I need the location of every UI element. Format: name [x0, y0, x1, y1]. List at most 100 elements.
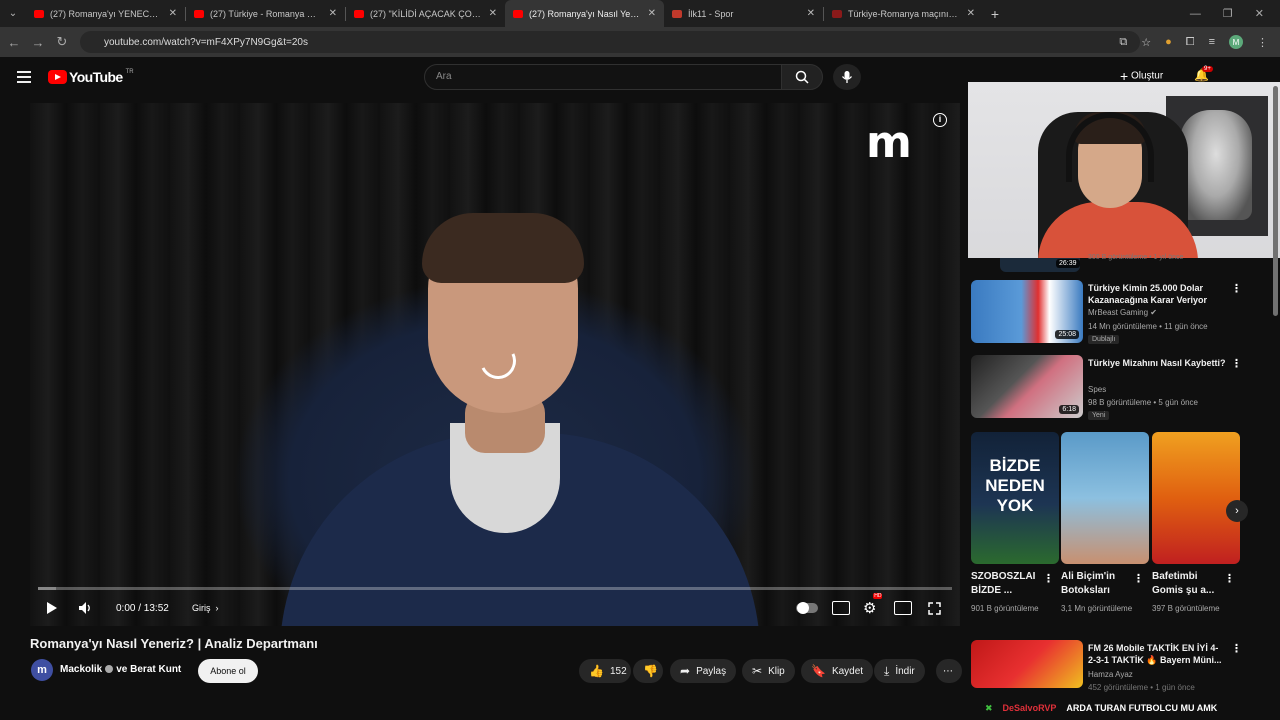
miniplayer-button[interactable] [894, 598, 912, 618]
play-button[interactable] [44, 598, 58, 618]
browser-tab-5[interactable]: İlk11 - Spor ✕ [664, 0, 823, 27]
tab-search-chevron-icon[interactable]: ⌄ [0, 0, 26, 27]
more-options-icon[interactable]: ⋮ [1043, 572, 1054, 585]
collaborator-text: ve Berat Kunt [116, 664, 182, 675]
profile-avatar[interactable]: M [1229, 35, 1243, 49]
recommended-video[interactable]: FM 26 Mobile TAKTİK EN İYİ 4-2-3-1 TAKTİ… [971, 640, 1261, 706]
browser-tab-3[interactable]: (27) "KİLİDİ AÇACAK ÇOK FAZL ✕ [346, 0, 505, 27]
share-label: Paylaş [696, 665, 727, 677]
channel-name[interactable]: Hamza Ayaz [1088, 670, 1133, 679]
video-title[interactable]: Türkiye Kimin 25.000 Dolar Kazanacağına … [1088, 282, 1226, 306]
create-button[interactable]: + Oluştur [1120, 68, 1163, 84]
extension-icon[interactable]: ● [1165, 36, 1172, 48]
more-options-icon[interactable]: ⋮ [1231, 642, 1242, 655]
short-thumbnail[interactable] [1061, 432, 1149, 564]
new-tab-icon[interactable]: + [983, 6, 1007, 22]
close-tab-icon[interactable]: ✕ [169, 8, 177, 19]
page-scrollbar[interactable] [1272, 62, 1278, 682]
shorts-next-chevron-icon[interactable]: › [1226, 500, 1248, 522]
browser-tab-1[interactable]: (27) Romanya'yı YENECEK 11'i A ✕ [26, 0, 185, 27]
short-title[interactable]: SZOBOSZLAI BİZDE ... [971, 570, 1047, 598]
plus-icon: + [1120, 68, 1129, 84]
channel-watermark[interactable]: m [866, 117, 912, 168]
more-options-icon[interactable]: ⋮ [1231, 357, 1242, 370]
video-meta: 452 görüntüleme • 1 gün önce [1088, 683, 1195, 692]
channel-avatar[interactable]: m [31, 659, 53, 681]
recommended-video[interactable]: 25:08 Türkiye Kimin 25.000 Dolar Kazanac… [971, 280, 1261, 346]
scrollbar-thumb[interactable] [1273, 86, 1278, 316]
youtube-logo[interactable]: YouTube TR [48, 69, 134, 85]
dislike-button[interactable]: 👎 [633, 659, 663, 683]
progress-bar[interactable] [38, 587, 952, 590]
autoplay-toggle[interactable] [796, 598, 818, 618]
channel-name[interactable]: MrBeast Gaming ✔ [1088, 308, 1157, 317]
fullscreen-button[interactable] [928, 598, 941, 618]
short-title[interactable]: Ali Biçim'in Botoksları [1061, 570, 1137, 598]
menu-hamburger-icon[interactable] [17, 71, 31, 83]
address-bar[interactable]: youtube.com/watch?v=mF4XPy7N9Gg&t=20s [80, 31, 1140, 53]
clip-button[interactable]: ✂ Klip [742, 659, 795, 683]
channel-name[interactable]: Mackolik ve Berat Kunt [60, 664, 181, 675]
reload-icon[interactable]: ↻ [50, 34, 74, 50]
video-player[interactable]: m i 0:00 / 13:52 Giriş › ⚙ HD [30, 103, 960, 626]
close-tab-icon[interactable]: ✕ [489, 8, 497, 19]
reading-list-icon[interactable]: ≡ [1209, 36, 1215, 48]
chat-ticker: ✖ DeSalvoRVP ARDA TURAN FUTBOLCU MU AMK [985, 700, 1217, 716]
video-title-heading: Romanya'yı Nasıl Yeneriz? | Analiz Depar… [30, 636, 318, 651]
volume-button[interactable] [78, 598, 94, 618]
minimize-icon[interactable]: — [1190, 8, 1201, 20]
more-options-icon[interactable]: ⋮ [1224, 572, 1235, 585]
browser-tab-6[interactable]: Türkiye-Romanya maçının ilk 1 ✕ [824, 0, 983, 27]
maximize-icon[interactable]: ❐ [1223, 7, 1233, 20]
video-title[interactable]: FM 26 Mobile TAKTİK EN İYİ 4-2-3-1 TAKTİ… [1088, 642, 1226, 666]
close-tab-icon[interactable]: ✕ [807, 8, 815, 19]
close-window-icon[interactable]: ✕ [1255, 7, 1264, 20]
more-actions-button[interactable]: ⋯ [936, 659, 962, 683]
subtitles-button[interactable] [832, 598, 850, 618]
info-icon[interactable]: i [933, 113, 947, 127]
more-options-icon[interactable]: ⋮ [1133, 572, 1144, 585]
install-app-icon[interactable]: ⧉ [1119, 36, 1127, 49]
search-input[interactable]: Ara [424, 64, 782, 90]
close-tab-icon[interactable]: ✕ [967, 8, 975, 19]
video-thumbnail[interactable]: 25:08 [971, 280, 1083, 343]
settings-button[interactable]: ⚙ HD [863, 593, 883, 618]
video-title[interactable]: Türkiye Mizahını Nasıl Kaybetti? [1088, 357, 1226, 369]
close-tab-icon[interactable]: ✕ [329, 8, 337, 19]
save-button[interactable]: 🔖 Kaydet [801, 659, 874, 683]
bookmark-star-icon[interactable]: ☆ [1141, 36, 1151, 49]
browser-menu-icon[interactable]: ⋮ [1257, 36, 1268, 49]
share-button[interactable]: ➦ Paylaş [670, 659, 737, 683]
short-title[interactable]: Bafetimbi Gomis şu a... [1152, 570, 1228, 598]
browser-tab-2[interactable]: (27) Türkiye - Romanya Maç Ö ✕ [186, 0, 345, 27]
ilk11-favicon-icon [672, 9, 682, 18]
window-controls: — ❐ ✕ [1190, 0, 1280, 27]
short-thumbnail[interactable]: BİZDE NEDEN YOK [971, 432, 1059, 564]
extensions-puzzle-icon[interactable]: ⧠ [1186, 36, 1195, 49]
subscribe-button[interactable]: Abone ol [198, 659, 258, 683]
tab-title: (27) "KİLİDİ AÇACAK ÇOK FAZL [370, 8, 483, 19]
tab-title: (27) Romanya'yı YENECEK 11'i A [50, 8, 163, 19]
video-thumbnail[interactable] [971, 640, 1083, 688]
youtube-favicon-icon [513, 9, 523, 18]
forward-icon[interactable]: → [26, 35, 50, 50]
dubbed-badge: Dublajlı [1088, 335, 1120, 344]
more-options-icon[interactable]: ⋮ [1231, 282, 1242, 295]
video-meta: 14 Mn görüntüleme • 11 gün önce [1088, 322, 1208, 331]
close-tab-icon[interactable]: ✕ [648, 8, 656, 19]
channel-name[interactable]: Spes [1088, 385, 1106, 394]
recommended-video[interactable]: 6:18 Türkiye Mizahını Nasıl Kaybetti? Sp… [971, 355, 1261, 421]
voice-search-button[interactable] [833, 64, 861, 90]
video-thumbnail[interactable]: 6:18 [971, 355, 1083, 418]
browser-tab-active[interactable]: (27) Romanya'yı Nasıl Yeneriz? | ✕ [505, 0, 664, 27]
like-button[interactable]: 👍 152 [579, 659, 631, 683]
download-button[interactable]: ⤓ İndir [874, 659, 925, 683]
short-thumbnail[interactable] [1152, 432, 1240, 564]
verified-icon: ✔ [1150, 308, 1157, 317]
subtitles-icon [832, 601, 850, 615]
back-icon[interactable]: ← [2, 35, 26, 50]
chapter-button[interactable]: Giriş › [192, 598, 219, 618]
streamer-webcam-overlay [968, 82, 1280, 258]
toolbar-icons: ⧉ ☆ ● ⧠ ≡ M ⋮ [1119, 27, 1268, 57]
search-button[interactable] [781, 64, 823, 90]
